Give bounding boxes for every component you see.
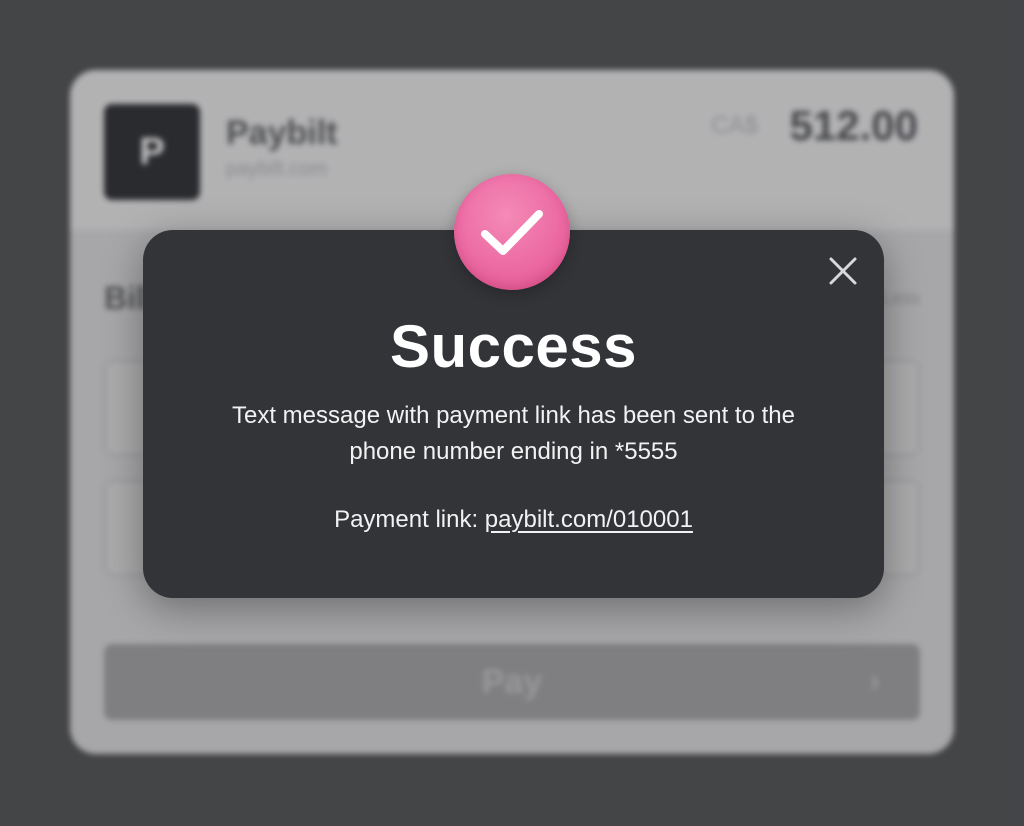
payment-link-label: Payment link:: [334, 506, 485, 533]
close-button[interactable]: [828, 256, 858, 286]
modal-title: Success: [389, 313, 637, 380]
payment-link-row: Payment link: paybilt.com/010001: [143, 506, 884, 534]
modal-message: Text message with payment link has been …: [232, 402, 795, 465]
checkmark-icon: [481, 210, 543, 255]
success-badge: [454, 174, 570, 290]
close-icon: [829, 257, 857, 285]
payment-link[interactable]: paybilt.com/010001: [485, 506, 693, 533]
payment-screen: P Paybilt paybilt.com CA$ 512.00 Bill Pa…: [0, 0, 1024, 826]
